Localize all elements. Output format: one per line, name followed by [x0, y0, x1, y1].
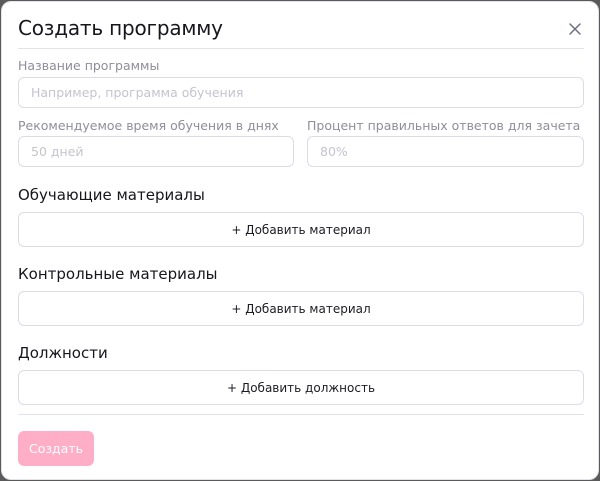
add-position-button[interactable]: + Добавить должность — [18, 370, 584, 405]
add-learning-material-button[interactable]: + Добавить материал — [18, 212, 584, 247]
modal-title: Создать программу — [18, 16, 223, 40]
close-icon[interactable] — [565, 19, 585, 39]
add-control-material-button[interactable]: + Добавить материал — [18, 291, 584, 326]
program-name-label: Название программы — [18, 58, 160, 73]
pass-percent-input[interactable] — [307, 136, 584, 167]
learning-materials-title: Обучающие материалы — [18, 186, 205, 204]
program-name-input[interactable] — [18, 77, 584, 108]
header-divider — [18, 48, 584, 49]
positions-title: Должности — [18, 344, 108, 362]
training-days-label: Рекомендуемое время обучения в днях — [18, 118, 279, 133]
create-button[interactable]: Создать — [18, 431, 94, 466]
pass-percent-label: Процент правильных ответов для зачета — [307, 118, 581, 133]
footer-divider — [18, 414, 584, 415]
create-program-modal: Создать программу Название программы Рек… — [1, 1, 599, 480]
training-days-input[interactable] — [18, 136, 294, 167]
control-materials-title: Контрольные материалы — [18, 265, 218, 283]
